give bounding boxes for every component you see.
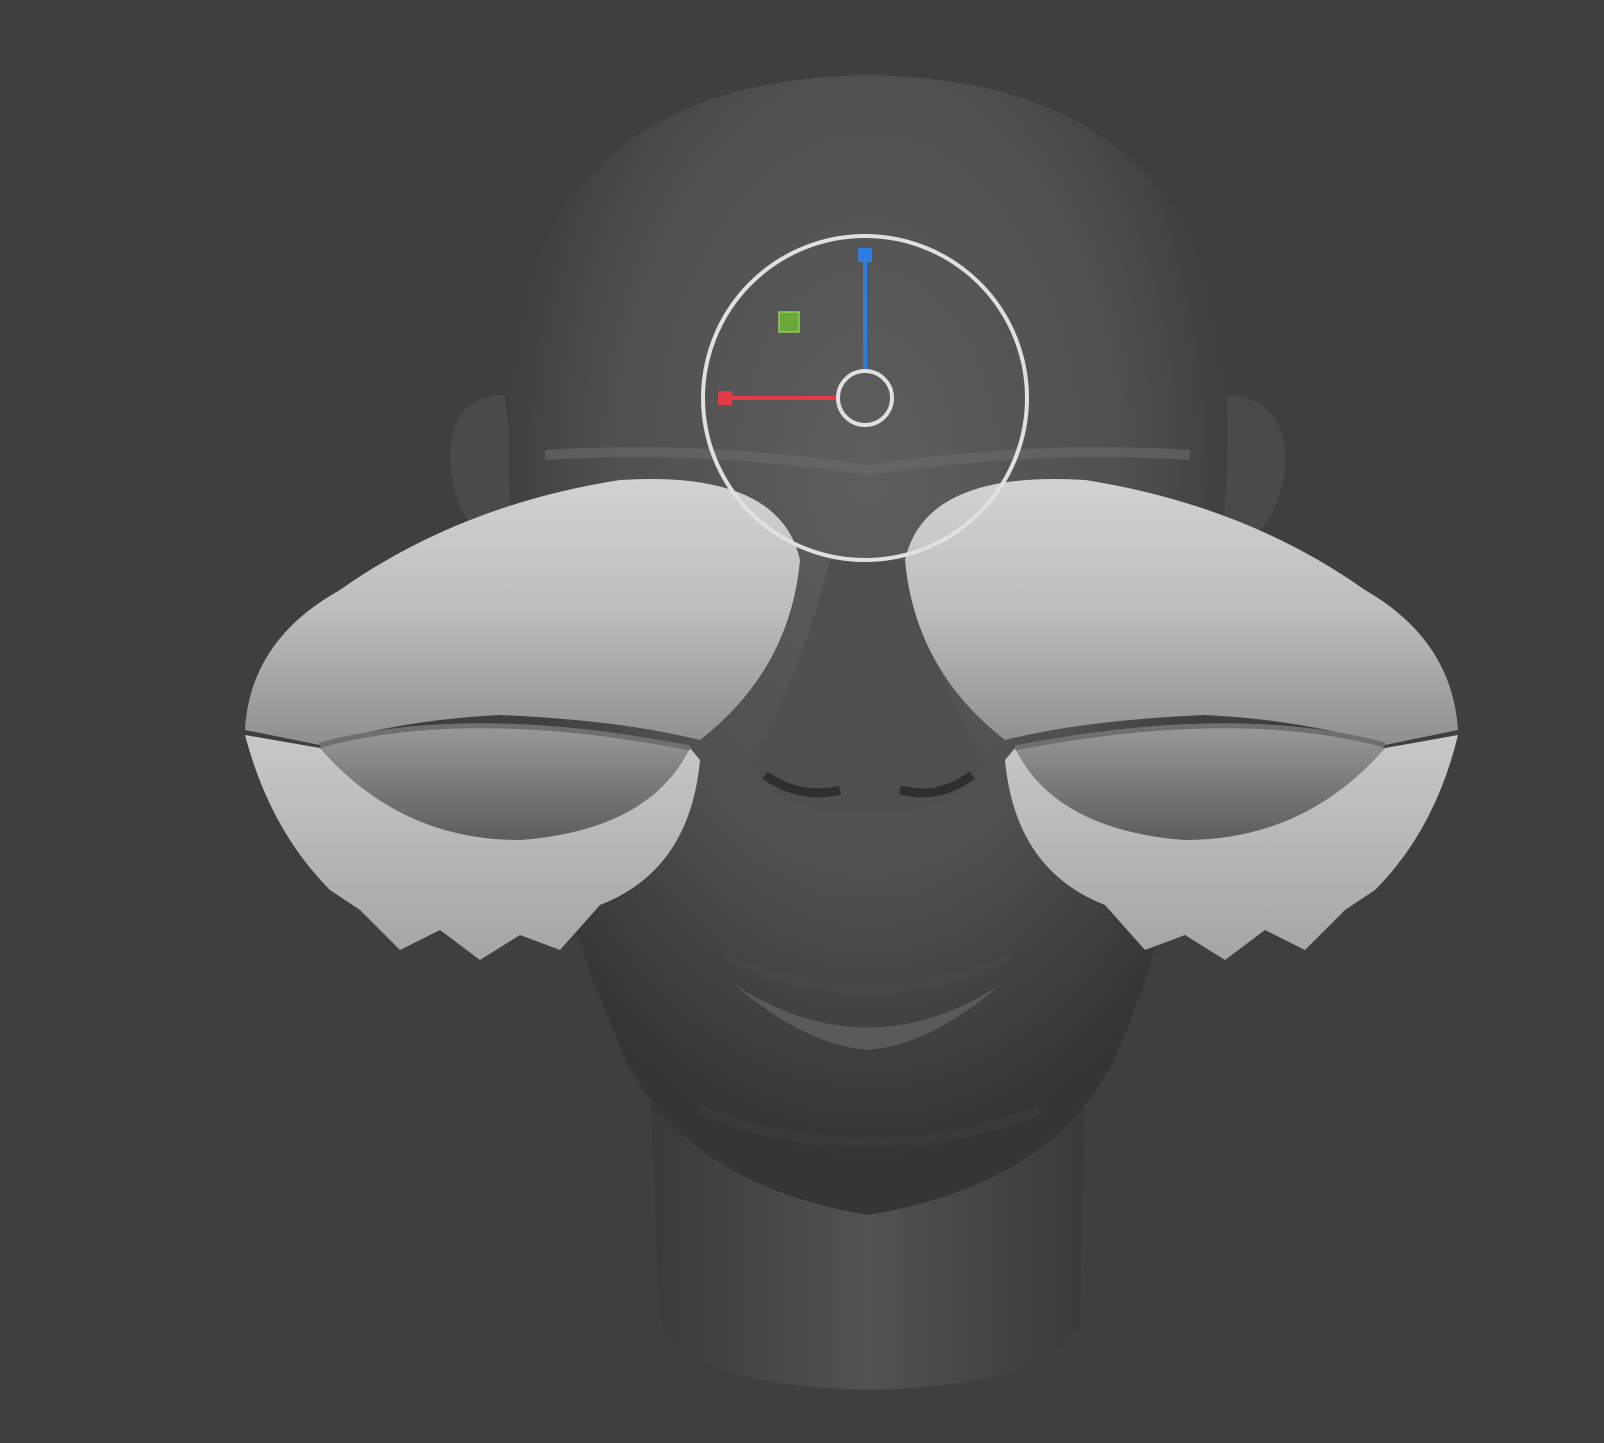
gizmo-x-handle[interactable] <box>718 391 732 405</box>
right-upper-lid <box>905 479 1458 745</box>
left-upper-lid <box>245 479 800 745</box>
gizmo-z-handle[interactable] <box>778 311 800 333</box>
3d-viewport[interactable] <box>0 0 1604 1443</box>
viewport-canvas[interactable] <box>0 0 1604 1443</box>
gizmo-y-handle[interactable] <box>858 248 872 262</box>
